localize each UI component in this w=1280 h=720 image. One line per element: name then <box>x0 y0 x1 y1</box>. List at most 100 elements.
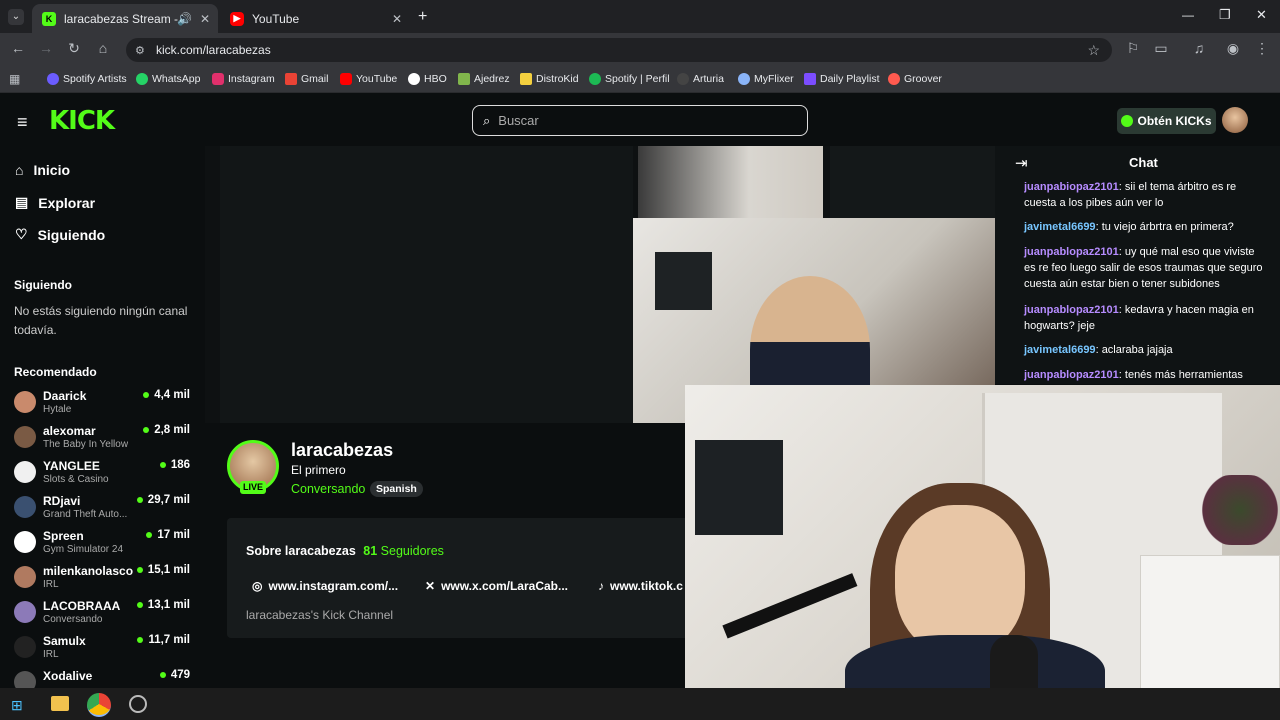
close-tab-icon[interactable]: ✕ <box>200 12 210 26</box>
nav-inicio[interactable]: ⌂ Inicio <box>15 162 70 178</box>
address-bar[interactable]: ⚙ kick.com/laracabezas ☆ <box>126 38 1112 62</box>
recommended-channel[interactable]: Xodalive 479 <box>14 669 194 688</box>
heart-icon: ♡ <box>15 226 28 242</box>
webcam-feed-small <box>638 146 823 218</box>
channel-name[interactable]: laracabezas <box>291 440 393 461</box>
bookmark-youtube[interactable]: YouTube <box>340 73 397 85</box>
avatar <box>14 496 36 518</box>
explore-icon: ▤ <box>15 194 29 210</box>
stream-category[interactable]: Conversando <box>291 482 365 496</box>
maximize-icon[interactable]: ❐ <box>1219 7 1231 23</box>
bookmark-spotify-artists[interactable]: Spotify Artists <box>47 73 127 85</box>
file-explorer-icon[interactable] <box>51 696 69 711</box>
speaker-icon[interactable]: 🔊 <box>177 12 192 26</box>
spotify-icon <box>589 73 601 85</box>
x-link[interactable]: ✕ www.x.com/LaraCab... <box>425 579 568 593</box>
avatar <box>14 531 36 553</box>
bookmark-arturia[interactable]: Arturia <box>677 73 724 85</box>
recommended-channel[interactable]: Spreen Gym Simulator 24 17 mil <box>14 529 194 561</box>
chat-title: Chat <box>1129 155 1158 170</box>
close-window-icon[interactable]: ✕ <box>1256 7 1267 23</box>
bookmark-ajedrez[interactable]: Ajedrez <box>458 73 510 85</box>
chrome-icon[interactable] <box>87 693 111 717</box>
bookmark-spotify-perfil[interactable]: Spotify | Perfil <box>589 73 670 85</box>
collapse-chat-icon[interactable]: ⇥ <box>1015 154 1028 172</box>
recommended-channel[interactable]: milenkanolasco IRL 15,1 mil <box>14 564 194 596</box>
hamburger-menu-icon[interactable]: ≡ <box>17 112 28 133</box>
bookmark-groover[interactable]: Groover <box>888 73 942 85</box>
get-kicks-button[interactable]: Obtén KICKs <box>1117 108 1216 134</box>
kick-favicon-icon: K <box>42 11 56 26</box>
profile-icon[interactable]: ◉ <box>1223 40 1243 57</box>
recommended-heading: Recomendado <box>14 365 97 379</box>
reload-icon[interactable]: ↻ <box>64 40 84 57</box>
recommended-channel[interactable]: RDjavi Grand Theft Auto... 29,7 mil <box>14 494 194 526</box>
tab-kick[interactable]: K laracabezas Stream - Watch 🔊 ✕ <box>32 4 218 33</box>
extensions-icon[interactable]: ⚐ <box>1123 40 1143 57</box>
bookmark-star-icon[interactable]: ☆ <box>1087 42 1100 59</box>
bookmark-gmail[interactable]: Gmail <box>285 73 328 85</box>
wallet-icon[interactable]: ▭ <box>1151 40 1171 57</box>
windows-taskbar <box>0 688 1280 720</box>
home-icon: ⌂ <box>15 162 24 178</box>
channel-description: laracabezas's Kick Channel <box>246 608 394 622</box>
recommended-channel[interactable]: Daarick Hytale 4,4 mil <box>14 389 194 421</box>
bookmark-myflixer[interactable]: MyFlixer <box>738 73 794 85</box>
avatar <box>14 671 36 688</box>
video-player[interactable] <box>205 146 995 423</box>
search-input[interactable]: ⌕ Buscar <box>472 105 808 136</box>
tiktok-icon: ♪ <box>598 579 604 593</box>
hbo-icon <box>408 73 420 85</box>
site-info-icon[interactable]: ⚙ <box>135 44 145 57</box>
bookmark-hbo[interactable]: HBO <box>408 73 447 85</box>
app-circle-icon[interactable] <box>129 695 147 713</box>
forward-icon[interactable]: → <box>36 40 56 56</box>
bookmark-distrokid[interactable]: DistroKid <box>520 73 579 85</box>
distrokid-icon <box>520 73 532 85</box>
nav-siguiendo[interactable]: ♡ Siguiendo <box>15 226 105 243</box>
recommended-channel[interactable]: alexomar The Baby In Yellow 2,8 mil <box>14 424 194 456</box>
close-tab-icon[interactable]: ✕ <box>392 12 402 26</box>
language-tag[interactable]: Spanish <box>370 481 423 497</box>
nav-explorar[interactable]: ▤ Explorar <box>15 194 95 211</box>
instagram-icon <box>212 73 224 85</box>
chat-message: juanpablopaz2101: tenés más herramientas <box>1024 369 1243 381</box>
instagram-link[interactable]: ◎ www.instagram.com/... <box>252 579 398 593</box>
media-icon[interactable]: ♫ <box>1189 40 1209 56</box>
tab-search-icon[interactable]: ⌄ <box>8 9 24 25</box>
spotify-icon <box>47 73 59 85</box>
search-icon: ⌕ <box>483 112 491 128</box>
chess-icon <box>458 73 470 85</box>
playlist-icon <box>804 73 816 85</box>
instagram-icon: ◎ <box>252 579 263 593</box>
webcam-overlay-large <box>685 385 1280 720</box>
tab-youtube[interactable]: ▶ YouTube ✕ <box>220 4 410 33</box>
minimize-icon[interactable]: — <box>1182 8 1194 22</box>
recommended-channel[interactable]: Samulx IRL 11,7 mil <box>14 634 194 666</box>
bookmark-daily-playlist[interactable]: Daily Playlist <box>804 73 880 85</box>
chat-message: javimetal6699: aclaraba jajaja <box>1024 344 1173 356</box>
windows-start-icon[interactable]: ⊞ <box>11 697 23 714</box>
apps-grid-icon[interactable]: ▦ <box>9 72 20 86</box>
back-icon[interactable]: ← <box>8 40 28 56</box>
bookmark-whatsapp[interactable]: WhatsApp <box>136 73 200 85</box>
avatar <box>14 426 36 448</box>
menu-dots-icon[interactable]: ⋮ <box>1252 40 1272 57</box>
youtube-icon <box>340 73 352 85</box>
nested-chat-preview <box>830 146 995 218</box>
recommended-channel[interactable]: YANGLEE Slots & Casino 186 <box>14 459 194 491</box>
kick-logo[interactable]: KICK <box>49 106 115 136</box>
stream-title: El primero <box>291 463 346 477</box>
recommended-channel[interactable]: LACOBRAAA Conversando 13,1 mil <box>14 599 194 631</box>
nested-stream-screenshot <box>220 146 633 423</box>
chat-message: juanpablopaz2101: uy qué mal eso que viv… <box>1024 246 1263 290</box>
browser-tab-strip: ⌄ K laracabezas Stream - Watch 🔊 ✕ ▶ You… <box>0 0 1280 33</box>
bookmark-instagram[interactable]: Instagram <box>212 73 275 85</box>
tiktok-link[interactable]: ♪ www.tiktok.c <box>598 579 685 593</box>
webcam-tv-shape <box>695 440 783 535</box>
new-tab-icon[interactable]: + <box>418 8 427 26</box>
mic-arm-shape <box>722 573 858 639</box>
user-avatar[interactable] <box>1222 107 1248 133</box>
home-icon[interactable]: ⌂ <box>93 40 113 56</box>
myflixer-icon <box>738 73 750 85</box>
